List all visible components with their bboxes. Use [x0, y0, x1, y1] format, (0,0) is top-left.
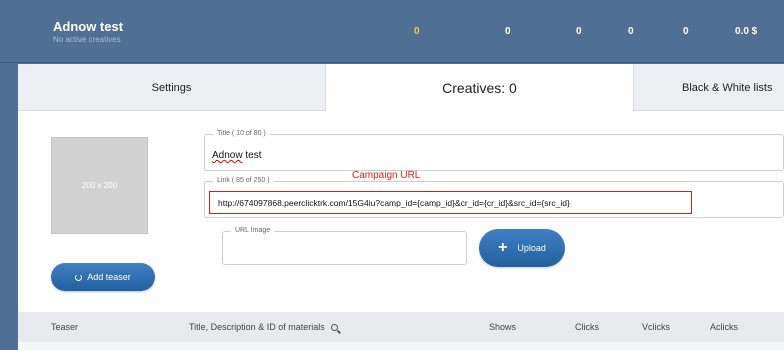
- thumbnail-size-label: 200 x 200: [81, 181, 118, 190]
- upload-button[interactable]: + Upload: [479, 229, 565, 267]
- tab-bar: Settings Creatives: 0 Black & White list…: [18, 64, 784, 112]
- stat-aclicks: 0: [683, 26, 689, 37]
- upload-label: Upload: [517, 243, 546, 253]
- tab-black-white-lists[interactable]: Black & White lists: [634, 64, 784, 111]
- title-value-rest: test: [242, 150, 262, 161]
- campaign-name: Adnow test: [53, 19, 124, 34]
- col-teaser[interactable]: Teaser: [51, 322, 78, 332]
- url-image-legend: URL Image: [231, 227, 275, 234]
- title-value-first: Adnow: [212, 150, 243, 161]
- campaign-url-annotation: Campaign URL: [352, 170, 421, 181]
- stat-clicks: 0: [576, 26, 582, 37]
- col-vclicks[interactable]: Vclicks: [642, 322, 670, 332]
- plus-icon: +: [498, 239, 508, 256]
- refresh-icon: [75, 273, 83, 281]
- add-teaser-label: Add teaser: [87, 272, 131, 282]
- col-aclicks[interactable]: Aclicks: [710, 322, 738, 332]
- title-input[interactable]: Adnow test: [212, 150, 261, 161]
- teaser-image-placeholder[interactable]: 200 x 200: [51, 137, 148, 234]
- tab-creatives[interactable]: Creatives: 0: [325, 64, 634, 112]
- url-image-field[interactable]: URL Image: [222, 227, 467, 265]
- search-icon[interactable]: [330, 324, 338, 331]
- title-field[interactable]: Title ( 10 of 80 ) Adnow test: [204, 130, 784, 171]
- stat-creatives: 0: [414, 26, 420, 37]
- col-title-description-label: Title, Description & ID of materials: [189, 322, 325, 332]
- content-panel: Settings Creatives: 0 Black & White list…: [18, 64, 784, 350]
- title-legend: Title ( 10 of 80 ): [213, 130, 270, 137]
- col-clicks[interactable]: Clicks: [575, 322, 599, 332]
- link-field[interactable]: Link ( 85 of 250 ) http://674097868.peer…: [204, 177, 784, 218]
- campaign-status: No active creatives: [53, 35, 121, 44]
- link-legend: Link ( 85 of 250 ): [213, 177, 274, 184]
- campaign-header: Adnow test No active creatives 0 0 0 0 0…: [0, 0, 784, 63]
- col-title-description[interactable]: Title, Description & ID of materials: [189, 322, 338, 332]
- table-body: [18, 342, 784, 350]
- stat-vclicks: 0: [628, 26, 634, 37]
- stat-spend: 0.0 $: [735, 26, 758, 37]
- stat-shows: 0: [505, 26, 511, 37]
- tab-settings[interactable]: Settings: [18, 64, 325, 111]
- col-shows[interactable]: Shows: [489, 322, 516, 332]
- link-input[interactable]: http://674097868.peerclicktrk.com/15G4iu…: [209, 191, 692, 214]
- add-teaser-button[interactable]: Add teaser: [51, 263, 155, 291]
- table-header: Teaser Title, Description & ID of materi…: [18, 312, 784, 342]
